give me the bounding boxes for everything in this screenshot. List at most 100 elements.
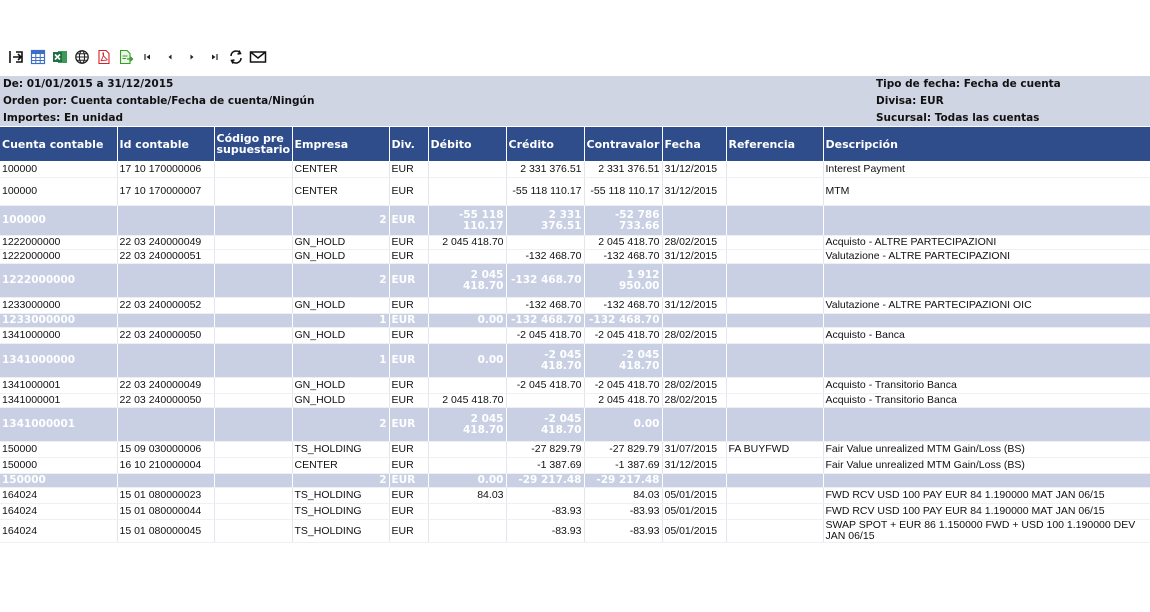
table-row[interactable]: 150000 16 10 210000004 CENTER EUR -1 387.69-… <box>0 457 1150 474</box>
branch-label: Sucursal: Todas las cuentas <box>876 112 1040 124</box>
column-header-id[interactable]: Id contable <box>117 127 215 162</box>
subtotal-empty-cell <box>726 407 824 442</box>
subtotal-contravalor-cell: 1 912 950.00 <box>584 263 663 298</box>
subtotal-empty-cell <box>726 263 824 298</box>
previous-page-icon[interactable] <box>160 48 179 67</box>
subtotal-empty-cell <box>823 407 1150 442</box>
codigo-cell <box>214 177 293 206</box>
subtotal-div-cell: EUR <box>389 205 429 236</box>
codigo-cell <box>214 503 293 520</box>
empresa-cell: TS_HOLDING <box>292 503 390 520</box>
subtotal-row: 100000 2 EUR -55 118 110.17 2 331 376.51 -52 … <box>0 205 1150 236</box>
cuenta-cell: 1222000000 <box>0 249 118 264</box>
column-header-referencia[interactable]: Referencia <box>726 127 824 162</box>
column-header-div[interactable]: Div. <box>389 127 429 162</box>
subtotal-debito-cell: -55 118 110.17 <box>428 205 507 236</box>
table-row[interactable]: 1233000000 22 03 240000052 GN_HOLD EUR -132 … <box>0 297 1150 314</box>
first-page-icon[interactable] <box>138 48 157 67</box>
subtotal-empty-cell <box>214 313 293 328</box>
subtotal-div-cell: EUR <box>389 263 429 298</box>
subtotal-empty-cell <box>214 407 293 442</box>
subtotal-empty-cell <box>726 205 824 236</box>
column-header-fecha[interactable]: Fecha <box>662 127 727 162</box>
table-row[interactable]: 1341000001 22 03 240000049 GN_HOLD EUR -2 04… <box>0 377 1150 394</box>
table-row[interactable]: 150000 15 09 030000006 TS_HOLDING EUR -27 82… <box>0 441 1150 458</box>
column-header-cuenta[interactable]: Cuenta contable <box>0 127 118 162</box>
subtotal-empty-cell <box>726 473 824 488</box>
table-row[interactable]: 100000 17 10 170000006 CENTER EUR 2 331 376.… <box>0 161 1150 178</box>
debito-cell: 2 045 418.70 <box>428 235 507 250</box>
descripcion-cell: Fair Value unrealized MTM Gain/Loss (BS) <box>823 457 1150 474</box>
referencia-cell <box>726 297 824 314</box>
subtotal-empty-cell <box>823 205 1150 236</box>
column-header-descripcion[interactable]: Descripción <box>823 127 1150 162</box>
referencia-cell <box>726 457 824 474</box>
subtotal-empty-cell <box>823 343 1150 378</box>
date-type-label: Tipo de fecha: Fecha de cuenta <box>876 78 1061 90</box>
empresa-cell: CENTER <box>292 177 390 206</box>
column-header-empresa[interactable]: Empresa <box>292 127 390 162</box>
column-header-contravalor[interactable]: Contravalor <box>584 127 663 162</box>
id-cell: 22 03 240000049 <box>117 235 215 250</box>
descripcion-cell: Acquisto - Transitorio Banca <box>823 393 1150 408</box>
refresh-icon[interactable] <box>226 48 245 67</box>
referencia-cell: FA BUYFWD <box>726 441 824 458</box>
subtotal-contravalor-cell: -29 217.48 <box>584 473 663 488</box>
excel-icon[interactable] <box>50 48 69 67</box>
table-row[interactable]: 164024 15 01 080000044 TS_HOLDING EUR -83.93… <box>0 503 1150 520</box>
contravalor-cell: -83.93 <box>584 503 663 520</box>
subtotal-empty-cell <box>117 205 215 236</box>
fecha-cell: 31/12/2015 <box>662 297 727 314</box>
pdf-icon[interactable] <box>94 48 113 67</box>
contravalor-cell: -2 045 418.70 <box>584 377 663 394</box>
table-row[interactable]: 1222000000 22 03 240000049 GN_HOLD EUR 2 045… <box>0 235 1150 250</box>
div-cell: EUR <box>389 377 429 394</box>
table-row[interactable]: 1222000000 22 03 240000051 GN_HOLD EUR -132 … <box>0 249 1150 264</box>
debito-cell <box>428 249 507 264</box>
globe-icon[interactable] <box>72 48 91 67</box>
contravalor-cell: -132 468.70 <box>584 249 663 264</box>
debito-cell <box>428 441 507 458</box>
div-cell: EUR <box>389 503 429 520</box>
fecha-cell: 28/02/2015 <box>662 377 727 394</box>
descripcion-cell: Acquisto - ALTRE PARTECIPAZIONI <box>823 235 1150 250</box>
subtotal-count-cell: 2 <box>292 473 390 488</box>
column-header-debito[interactable]: Débito <box>428 127 507 162</box>
table-row[interactable]: 1341000000 22 03 240000050 GN_HOLD EUR -2 04… <box>0 327 1150 344</box>
table-row[interactable]: 164024 15 01 080000045 TS_HOLDING EUR -83.93… <box>0 519 1150 543</box>
column-header-codigo[interactable]: Código pre supuestario <box>214 127 293 162</box>
debito-cell: 84.03 <box>428 487 507 504</box>
referencia-cell <box>726 393 824 408</box>
fecha-cell: 31/07/2015 <box>662 441 727 458</box>
id-cell: 15 01 080000044 <box>117 503 215 520</box>
credito-cell <box>506 235 585 250</box>
report-criteria-panel: De: 01/01/2015 a 31/12/2015 Orden por: C… <box>0 76 1150 126</box>
credito-cell: -1 387.69 <box>506 457 585 474</box>
subtotal-empty-cell <box>117 343 215 378</box>
cuenta-cell: 100000 <box>0 161 118 178</box>
div-cell: EUR <box>389 235 429 250</box>
subtotal-empty-cell <box>726 343 824 378</box>
table-row[interactable]: 164024 15 01 080000023 TS_HOLDING EUR 84.03 8… <box>0 487 1150 504</box>
codigo-cell <box>214 297 293 314</box>
column-header-credito[interactable]: Crédito <box>506 127 585 162</box>
codigo-cell <box>214 441 293 458</box>
order-label: Orden por: Cuenta contable/Fecha de cuen… <box>3 95 315 107</box>
credito-cell: -83.93 <box>506 519 585 543</box>
document-export-icon[interactable] <box>116 48 135 67</box>
table-row[interactable]: 100000 17 10 170000007 CENTER EUR -55 118 11… <box>0 177 1150 206</box>
subtotal-row: 1341000000 1 EUR 0.00 -2 045 418.70 -2 045 41… <box>0 343 1150 378</box>
subtotal-empty-cell <box>662 205 727 236</box>
table-row[interactable]: 1341000001 22 03 240000050 GN_HOLD EUR 2 045… <box>0 393 1150 408</box>
email-icon[interactable] <box>248 48 267 67</box>
empresa-cell: GN_HOLD <box>292 327 390 344</box>
cuenta-cell: 1341000001 <box>0 393 118 408</box>
export-icon[interactable] <box>6 48 25 67</box>
grid-icon[interactable] <box>28 48 47 67</box>
subtotal-cuenta-cell: 1341000000 <box>0 343 118 378</box>
next-page-icon[interactable] <box>182 48 201 67</box>
last-page-icon[interactable] <box>204 48 223 67</box>
div-cell: EUR <box>389 487 429 504</box>
report-toolbar <box>6 46 267 68</box>
descripcion-cell: Interest Payment <box>823 161 1150 178</box>
